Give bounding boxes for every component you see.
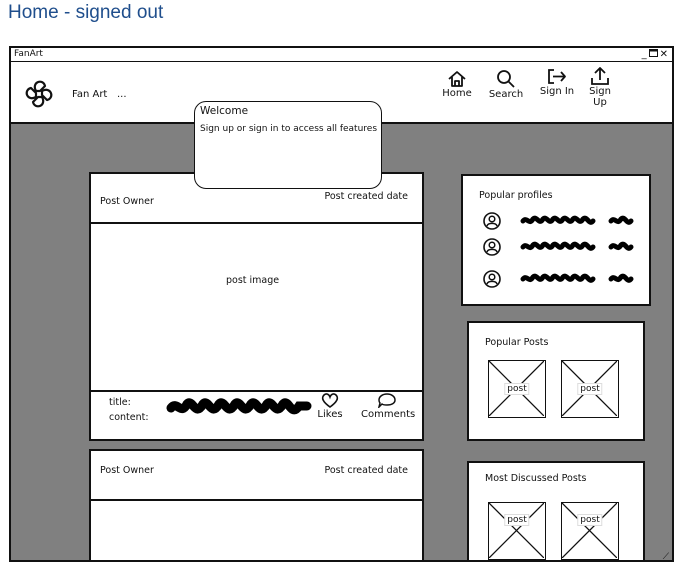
- most-discussed-panel: Most Discussed Posts post post: [467, 461, 645, 560]
- welcome-title: Welcome: [200, 105, 249, 117]
- nav-sign-in-label: Sign In: [539, 86, 575, 97]
- popular-profiles-panel: Popular profiles: [461, 174, 651, 306]
- most-discussed-title: Most Discussed Posts: [485, 473, 587, 484]
- minimize-icon[interactable]: _: [642, 49, 647, 60]
- comment-icon: [378, 393, 396, 408]
- search-icon: [497, 70, 515, 88]
- post-owner[interactable]: Post Owner: [100, 196, 154, 207]
- heart-icon: [321, 393, 339, 408]
- divider: [91, 222, 422, 224]
- nav-search-label: Search: [488, 89, 524, 100]
- close-icon[interactable]: ✕: [660, 49, 668, 60]
- more-menu[interactable]: ...: [117, 89, 127, 100]
- like-button[interactable]: Likes: [313, 393, 347, 420]
- user-icon: [483, 238, 501, 256]
- logo-icon[interactable]: [21, 76, 57, 112]
- profile-row[interactable]: [483, 238, 643, 258]
- window-title: FanArt: [14, 49, 43, 59]
- post-content-scribble: [166, 398, 312, 415]
- profile-row[interactable]: [483, 270, 643, 290]
- app-window: FanArt _ ✕ Fan Art ... Home Search Sign …: [9, 46, 674, 562]
- post-card: Post Owner Post created date: [89, 449, 424, 560]
- main-content: Post Owner Post created date post image …: [11, 124, 672, 560]
- post-date: Post created date: [324, 465, 408, 476]
- post-thumbnail-label: post: [577, 513, 603, 526]
- sign-in-icon: [548, 69, 566, 84]
- comments-button[interactable]: Comments: [361, 393, 416, 420]
- post-thumbnail[interactable]: post: [488, 360, 546, 418]
- profile-name-scribble: [520, 241, 634, 251]
- popular-posts-title: Popular Posts: [485, 337, 549, 348]
- comments-label: Comments: [361, 409, 416, 420]
- post-content-label: content:: [109, 412, 149, 423]
- upload-icon: [591, 67, 609, 85]
- post-thumbnail[interactable]: post: [561, 360, 619, 418]
- popular-profiles-title: Popular profiles: [479, 190, 553, 201]
- post-card: Post Owner Post created date post image …: [89, 172, 424, 441]
- nav-home-label: Home: [442, 88, 472, 99]
- nav-sign-up-label: Sign Up: [589, 86, 611, 108]
- divider: [91, 499, 422, 501]
- nav-sign-up[interactable]: Sign Up: [582, 67, 618, 108]
- window-titlebar: FanArt _ ✕: [11, 48, 672, 62]
- nav-sign-in[interactable]: Sign In: [539, 68, 575, 97]
- resize-handle-icon[interactable]: ⟋: [663, 552, 669, 560]
- profile-name-scribble: [520, 273, 634, 283]
- home-icon: [448, 71, 466, 87]
- post-title-label: title:: [109, 397, 131, 408]
- popular-posts-panel: Popular Posts post post: [467, 321, 645, 441]
- post-thumbnail[interactable]: post: [488, 502, 546, 560]
- profile-name-scribble: [520, 215, 634, 225]
- nav-search[interactable]: Search: [488, 70, 524, 100]
- post-thumbnail-label: post: [577, 383, 603, 395]
- post-owner[interactable]: Post Owner: [100, 465, 154, 476]
- post-thumbnail-label: post: [504, 513, 530, 526]
- profile-row[interactable]: [483, 212, 643, 232]
- user-icon: [483, 212, 501, 230]
- post-image[interactable]: post image: [226, 275, 279, 286]
- post-thumbnail[interactable]: post: [561, 502, 619, 560]
- post-date: Post created date: [324, 191, 408, 202]
- brand-name[interactable]: Fan Art: [72, 89, 107, 100]
- window-controls: _ ✕: [642, 49, 668, 60]
- likes-label: Likes: [317, 409, 343, 420]
- post-thumbnail-label: post: [504, 383, 530, 395]
- user-icon: [483, 270, 501, 288]
- page-title: Home - signed out: [8, 2, 164, 23]
- nav-home[interactable]: Home: [442, 71, 472, 99]
- maximize-icon[interactable]: [648, 49, 658, 60]
- welcome-message: Sign up or sign in to access all feature…: [200, 124, 378, 134]
- divider: [91, 390, 422, 392]
- welcome-popup: Welcome Sign up or sign in to access all…: [194, 101, 382, 189]
